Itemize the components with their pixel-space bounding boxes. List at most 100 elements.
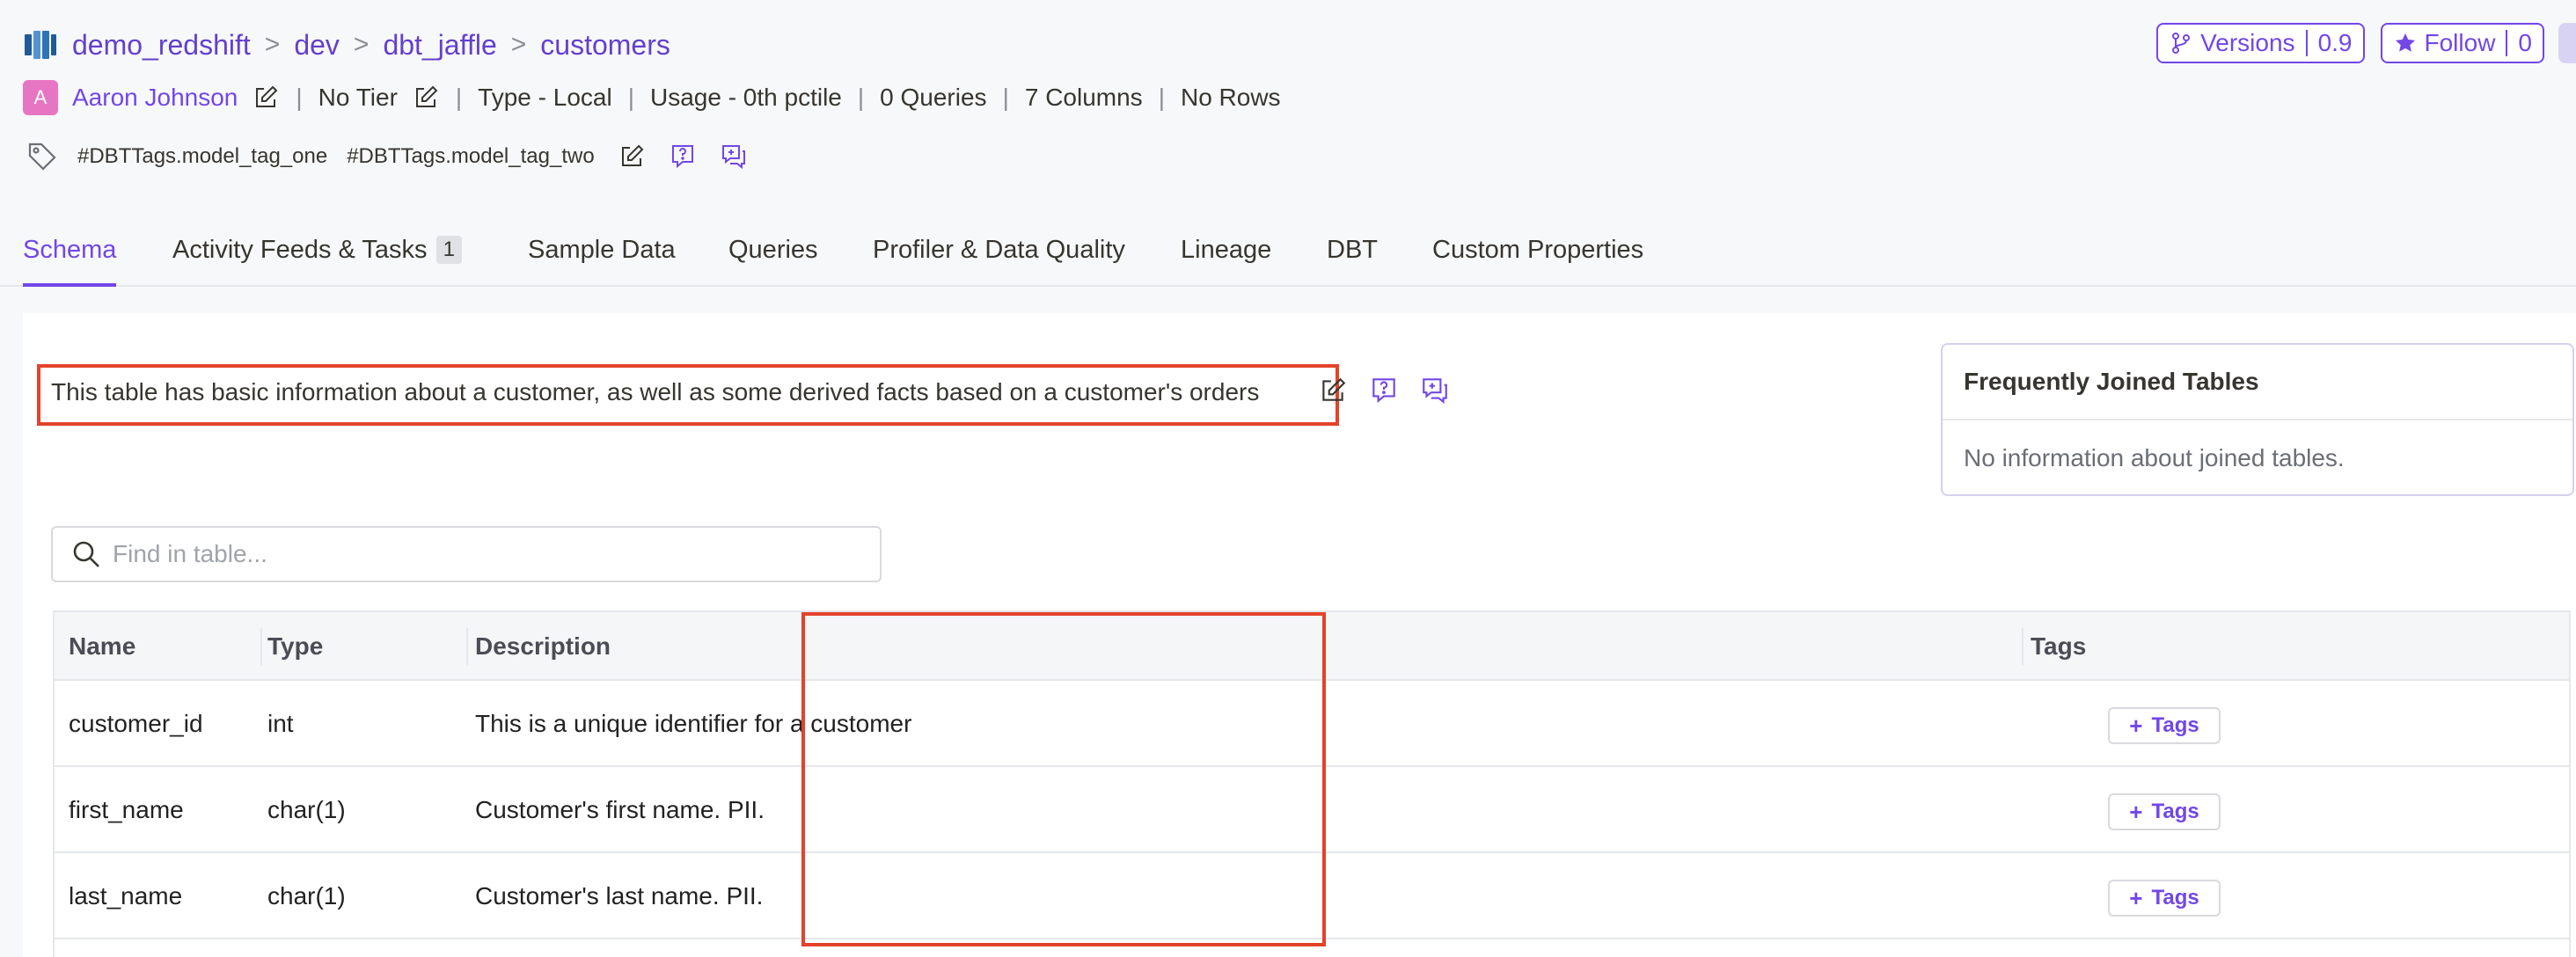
tab-label: Lineage [1181, 236, 1272, 264]
edit-description-icon[interactable] [1318, 376, 1348, 405]
column-name-cell: customer_id [69, 710, 203, 737]
type-value: Type - Local [478, 84, 612, 111]
follow-divider [2506, 30, 2508, 56]
column-header-name[interactable]: Name [69, 612, 135, 681]
meta-separator: | [1158, 84, 1165, 111]
follow-label: Follow [2424, 29, 2496, 56]
tab-label: Custom Properties [1432, 236, 1644, 264]
search-icon [73, 541, 99, 567]
schema-table: Name Type Description Tags customer_id i… [53, 610, 2571, 957]
breadcrumb-separator: > [264, 30, 281, 59]
add-tags-label: Tags [2151, 886, 2199, 910]
header-actions: Versions 0.9 Follow 0 [2156, 23, 2544, 63]
breadcrumb: demo_redshift > dev > dbt_jaffle > custo… [23, 25, 670, 65]
truncated-button-edge[interactable] [2558, 23, 2576, 63]
breadcrumb-table-link[interactable]: customers [540, 29, 670, 62]
tag-icon [28, 142, 56, 171]
queries-count: 0 Queries [880, 84, 987, 111]
tag-chip[interactable]: #DBTTags.model_tag_two [347, 144, 594, 169]
add-tags-label: Tags [2151, 800, 2199, 823]
column-description-cell: This is a unique identifier for a custom… [475, 710, 912, 737]
follow-button[interactable]: Follow 0 [2380, 23, 2544, 63]
plus-icon: + [2129, 884, 2143, 911]
table-row: customer_id int This is a unique identif… [55, 681, 2569, 767]
table-description: This table has basic information about a… [51, 378, 1260, 405]
column-name-cell: last_name [69, 882, 183, 910]
owner-link[interactable]: Aaron Johnson [72, 84, 238, 112]
versions-value: 0.9 [2317, 29, 2353, 56]
edit-owner-icon[interactable] [252, 84, 280, 112]
table-header: Name Type Description Tags [55, 612, 2569, 681]
columns-count: 7 Columns [1024, 84, 1143, 111]
frequently-joined-title: Frequently Joined Tables [1943, 345, 2572, 420]
star-icon [2395, 33, 2415, 52]
tab-custom-properties[interactable]: Custom Properties [1432, 236, 1643, 287]
breadcrumb-schema-link[interactable]: dbt_jaffle [383, 29, 496, 62]
edit-tier-icon[interactable] [412, 84, 440, 112]
plus-icon: + [2129, 798, 2143, 825]
usage-value: Usage - 0th pctile [649, 84, 842, 111]
entity-meta-row: A Aaron Johnson | No Tier | Type - Local… [23, 79, 1281, 116]
table-tags-row: #DBTTags.model_tag_one #DBTTags.model_ta… [26, 139, 748, 174]
meta-separator: | [857, 84, 865, 111]
follow-value: 0 [2518, 29, 2532, 56]
versions-button[interactable]: Versions 0.9 [2156, 23, 2365, 63]
tab-label: Queries [728, 236, 818, 264]
breadcrumb-separator: > [510, 30, 527, 59]
column-divider [260, 628, 262, 665]
frequently-joined-empty: No information about joined tables. [1964, 444, 2345, 471]
column-header-type[interactable]: Type [267, 612, 323, 681]
redshift-database-icon [25, 31, 56, 59]
column-type-cell: char(1) [267, 796, 346, 823]
tab-schema[interactable]: Schema [23, 236, 117, 287]
tab-dbt[interactable]: DBT [1327, 236, 1378, 287]
meta-separator: | [296, 84, 303, 111]
find-in-table-search [51, 526, 882, 582]
plus-icon: + [2129, 712, 2143, 739]
table-row: last_name char(1) Customer's last name. … [55, 853, 2569, 939]
conversation-icon[interactable] [1420, 376, 1450, 405]
column-description-cell: Customer's first name. PII. [475, 796, 765, 823]
tasks-count-badge: 1 [435, 236, 462, 264]
add-tags-button[interactable]: + Tags [2108, 880, 2221, 917]
versions-divider [2305, 30, 2308, 56]
rows-count: No Rows [1180, 84, 1281, 111]
tier-value: No Tier [318, 84, 398, 111]
meta-separator: | [455, 84, 463, 111]
column-type-cell: int [267, 710, 294, 737]
tab-profiler[interactable]: Profiler & Data Quality [873, 236, 1125, 287]
tab-sample-data[interactable]: Sample Data [528, 236, 676, 287]
tab-queries[interactable]: Queries [728, 236, 818, 287]
table-row: first_name char(1) Customer's first name… [55, 767, 2569, 853]
tab-activity-feeds[interactable]: Activity Feeds & Tasks 1 [172, 236, 462, 287]
versions-label: Versions [2200, 29, 2295, 56]
breadcrumb-database-link[interactable]: dev [294, 29, 340, 62]
breadcrumb-service-link[interactable]: demo_redshift [72, 29, 251, 62]
request-tags-icon[interactable] [669, 142, 697, 171]
entity-tabs: Schema Activity Feeds & Tasks 1 Sample Da… [0, 230, 2576, 287]
tab-label: Activity Feeds & Tasks [172, 236, 428, 264]
column-divider [2022, 628, 2023, 665]
add-tags-label: Tags [2151, 713, 2199, 737]
add-tags-button[interactable]: + Tags [2108, 707, 2221, 744]
column-header-tags[interactable]: Tags [2031, 612, 2086, 681]
column-header-description[interactable]: Description [475, 612, 611, 681]
meta-separator: | [1002, 84, 1009, 111]
frequently-joined-tables-card: Frequently Joined Tables No information … [1941, 343, 2574, 496]
schema-panel: This table has basic information about a… [23, 313, 2576, 957]
tab-label: Schema [23, 236, 117, 264]
column-name-cell: first_name [69, 796, 184, 823]
tab-label: DBT [1327, 236, 1378, 264]
conversation-icon[interactable] [720, 142, 748, 171]
tag-chip[interactable]: #DBTTags.model_tag_one [77, 144, 327, 169]
column-description-cell: Customer's last name. PII. [475, 882, 764, 910]
breadcrumb-separator: > [353, 30, 370, 59]
description-actions [1318, 355, 1450, 426]
meta-separator: | [627, 84, 634, 111]
request-description-icon[interactable] [1369, 376, 1399, 405]
search-input[interactable] [113, 540, 869, 568]
add-tags-button[interactable]: + Tags [2108, 793, 2221, 830]
column-divider [466, 628, 468, 665]
edit-tags-icon[interactable] [618, 142, 646, 171]
tab-lineage[interactable]: Lineage [1181, 236, 1271, 287]
